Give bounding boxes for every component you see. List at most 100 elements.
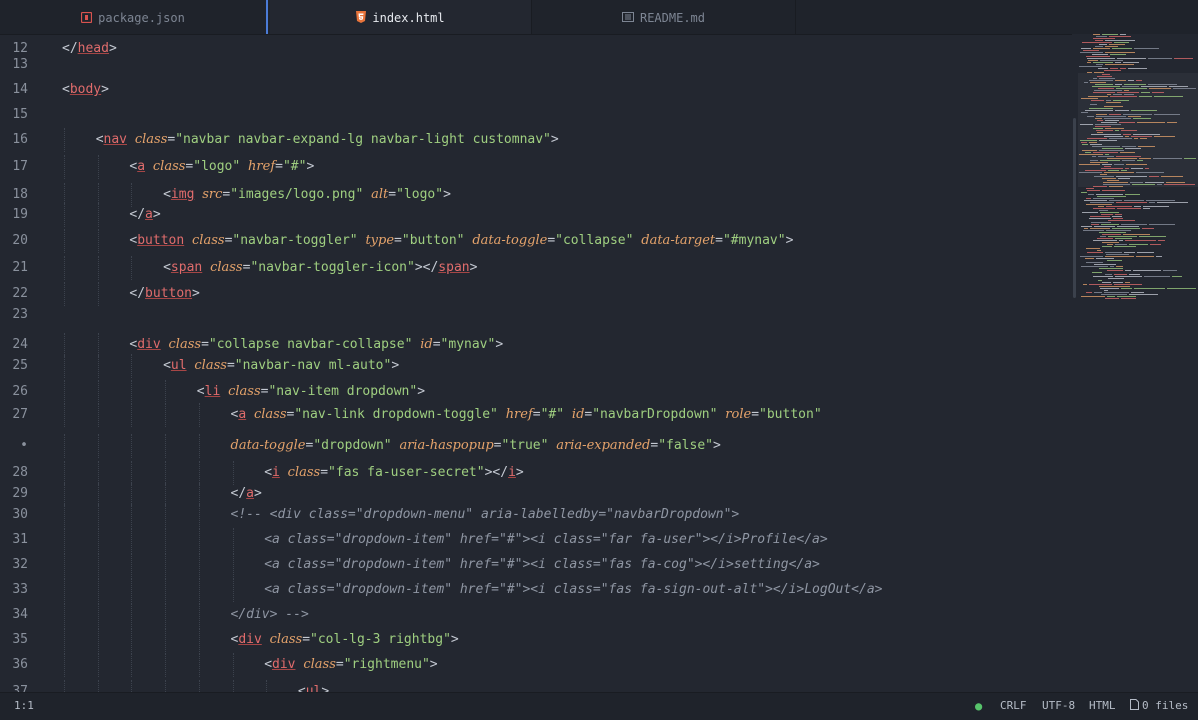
line-number: 22 bbox=[12, 286, 28, 301]
minimap-line bbox=[1108, 236, 1137, 237]
punctuation: > bbox=[469, 260, 478, 275]
tab-readme-md[interactable]: README.md bbox=[532, 0, 796, 34]
indent-guide bbox=[64, 282, 65, 306]
code-editor[interactable]: 12 13 14 15 16 17 18 19 20 21 22 23 24 25 26 27 • 28 29 30 3… bbox=[0, 34, 1072, 692]
minimap-line bbox=[1085, 170, 1106, 171]
code-line[interactable]: <i class="fas fa-user-secret"></i> bbox=[264, 465, 524, 480]
code-line[interactable]: <button class="navbar-toggler" type="but… bbox=[129, 233, 793, 248]
code-line[interactable]: </head> bbox=[62, 41, 117, 56]
indent-guide bbox=[97, 203, 99, 227]
file-count[interactable]: 0 files bbox=[1130, 693, 1188, 719]
punctuation: < bbox=[163, 187, 171, 202]
tab-package-json[interactable]: package.json bbox=[0, 0, 268, 34]
minimap-line bbox=[1106, 100, 1111, 101]
line-number: 33 bbox=[12, 582, 28, 597]
code-line[interactable]: <a class="logo" href="#"> bbox=[129, 159, 314, 174]
minimap-line bbox=[1123, 114, 1152, 115]
minimap-line bbox=[1117, 296, 1136, 297]
minimap-line bbox=[1173, 88, 1196, 89]
minimap-line bbox=[1116, 176, 1147, 177]
code-line[interactable]: data-toggle="dropdown" aria-haspopup="tr… bbox=[231, 438, 721, 453]
code-line[interactable]: <img src="images/logo.png" alt="logo"> bbox=[163, 187, 451, 202]
comment: <a class="dropdown-item" href="#"><i cla… bbox=[264, 532, 828, 547]
minimap-line bbox=[1095, 124, 1121, 125]
indent-guide bbox=[64, 434, 65, 458]
indent-guide bbox=[64, 578, 65, 602]
attribute-name: aria-expanded bbox=[556, 438, 651, 453]
punctuation: > bbox=[450, 632, 459, 647]
tag-name: nav bbox=[103, 132, 127, 147]
grammar-selector[interactable]: HTML bbox=[1089, 693, 1116, 719]
code-line[interactable]: <nav class="navbar navbar-expand-lg navb… bbox=[96, 132, 559, 147]
minimap-line bbox=[1095, 84, 1113, 85]
minimap-line bbox=[1092, 146, 1120, 147]
minimap-line bbox=[1094, 90, 1122, 91]
minimap-line bbox=[1091, 222, 1111, 223]
minimap-line bbox=[1085, 110, 1113, 111]
minimap-line bbox=[1104, 70, 1121, 71]
minimap-line bbox=[1096, 130, 1113, 131]
code-line[interactable]: </a> bbox=[129, 207, 160, 222]
attribute-name: class bbox=[134, 132, 168, 147]
code-line[interactable]: <li class="nav-item dropdown"> bbox=[197, 384, 425, 399]
code-line[interactable]: <span class="navbar-toggler-icon"></span… bbox=[163, 260, 477, 275]
minimap-line bbox=[1137, 160, 1143, 161]
comment: <a class="dropdown-item" href="#"><i cla… bbox=[264, 557, 820, 572]
encoding-selector[interactable]: UTF-8 bbox=[1042, 693, 1075, 719]
minimap-line bbox=[1102, 246, 1112, 247]
line-number: 14 bbox=[12, 82, 28, 97]
punctuation: > bbox=[108, 41, 117, 56]
code-line[interactable]: </a> bbox=[231, 486, 262, 501]
code-line[interactable]: <ul class="navbar-nav ml-auto"> bbox=[163, 358, 399, 373]
minimap-line bbox=[1099, 78, 1115, 79]
code-line[interactable]: <a class="dropdown-item" href="#"><i cla… bbox=[264, 532, 828, 547]
minimap-line bbox=[1131, 110, 1157, 111]
minimap-line bbox=[1093, 62, 1113, 63]
attribute-value: "navbar-nav ml-auto" bbox=[234, 358, 392, 373]
code-line[interactable]: <a class="dropdown-item" href="#"><i cla… bbox=[264, 557, 820, 572]
minimap-line bbox=[1092, 272, 1102, 273]
minimap-line bbox=[1102, 34, 1118, 35]
minimap-line bbox=[1116, 156, 1141, 157]
line-ending-selector[interactable]: CRLF bbox=[1000, 693, 1027, 719]
minimap-line bbox=[1099, 44, 1107, 45]
comment: </div> --> bbox=[230, 607, 309, 622]
file-count-label: 0 files bbox=[1142, 699, 1189, 712]
code-line[interactable]: </button> bbox=[129, 286, 199, 301]
code-line[interactable]: <div class="collapse navbar-collapse" id… bbox=[129, 337, 503, 352]
punctuation bbox=[498, 407, 506, 422]
minimap[interactable] bbox=[1072, 34, 1198, 692]
minimap-line bbox=[1083, 50, 1099, 51]
minimap-line bbox=[1104, 172, 1134, 173]
minimap-line bbox=[1141, 92, 1150, 93]
attribute-value: "false" bbox=[658, 438, 713, 453]
code-line[interactable]: <div class="rightmenu"> bbox=[264, 657, 437, 672]
minimap-line bbox=[1097, 238, 1113, 239]
cursor-position[interactable]: 1:1 bbox=[14, 693, 34, 719]
minimap-line bbox=[1104, 292, 1129, 293]
vertical-scrollbar[interactable] bbox=[1073, 118, 1076, 298]
code-line[interactable]: <a class="dropdown-item" href="#"><i cla… bbox=[264, 582, 882, 597]
minimap-line bbox=[1122, 160, 1135, 161]
code-line[interactable]: </div> --> bbox=[231, 607, 309, 622]
minimap-line bbox=[1082, 42, 1112, 43]
code-line[interactable]: <a class="nav-link dropdown-toggle" href… bbox=[231, 407, 822, 422]
tab-index-html[interactable]: index.html bbox=[270, 0, 532, 34]
minimap-line bbox=[1144, 276, 1170, 277]
indent-guide bbox=[64, 553, 65, 577]
minimap-line bbox=[1082, 212, 1098, 213]
punctuation: > bbox=[192, 286, 200, 301]
code-line[interactable]: <div class="col-lg-3 rightbg"> bbox=[231, 632, 459, 647]
minimap-line bbox=[1133, 118, 1151, 119]
indent-guide bbox=[64, 680, 65, 692]
punctuation: = bbox=[275, 159, 283, 174]
minimap-line bbox=[1093, 34, 1100, 35]
attribute-name: class bbox=[194, 358, 227, 373]
minimap-line bbox=[1092, 54, 1108, 55]
minimap-line bbox=[1094, 176, 1114, 177]
code-line[interactable]: <body> bbox=[62, 82, 109, 97]
code-line[interactable]: <ul> bbox=[298, 684, 329, 692]
indent-guide bbox=[131, 503, 133, 527]
code-line[interactable]: <!-- <div class="dropdown-menu" aria-lab… bbox=[231, 507, 740, 522]
minimap-line bbox=[1108, 278, 1124, 279]
